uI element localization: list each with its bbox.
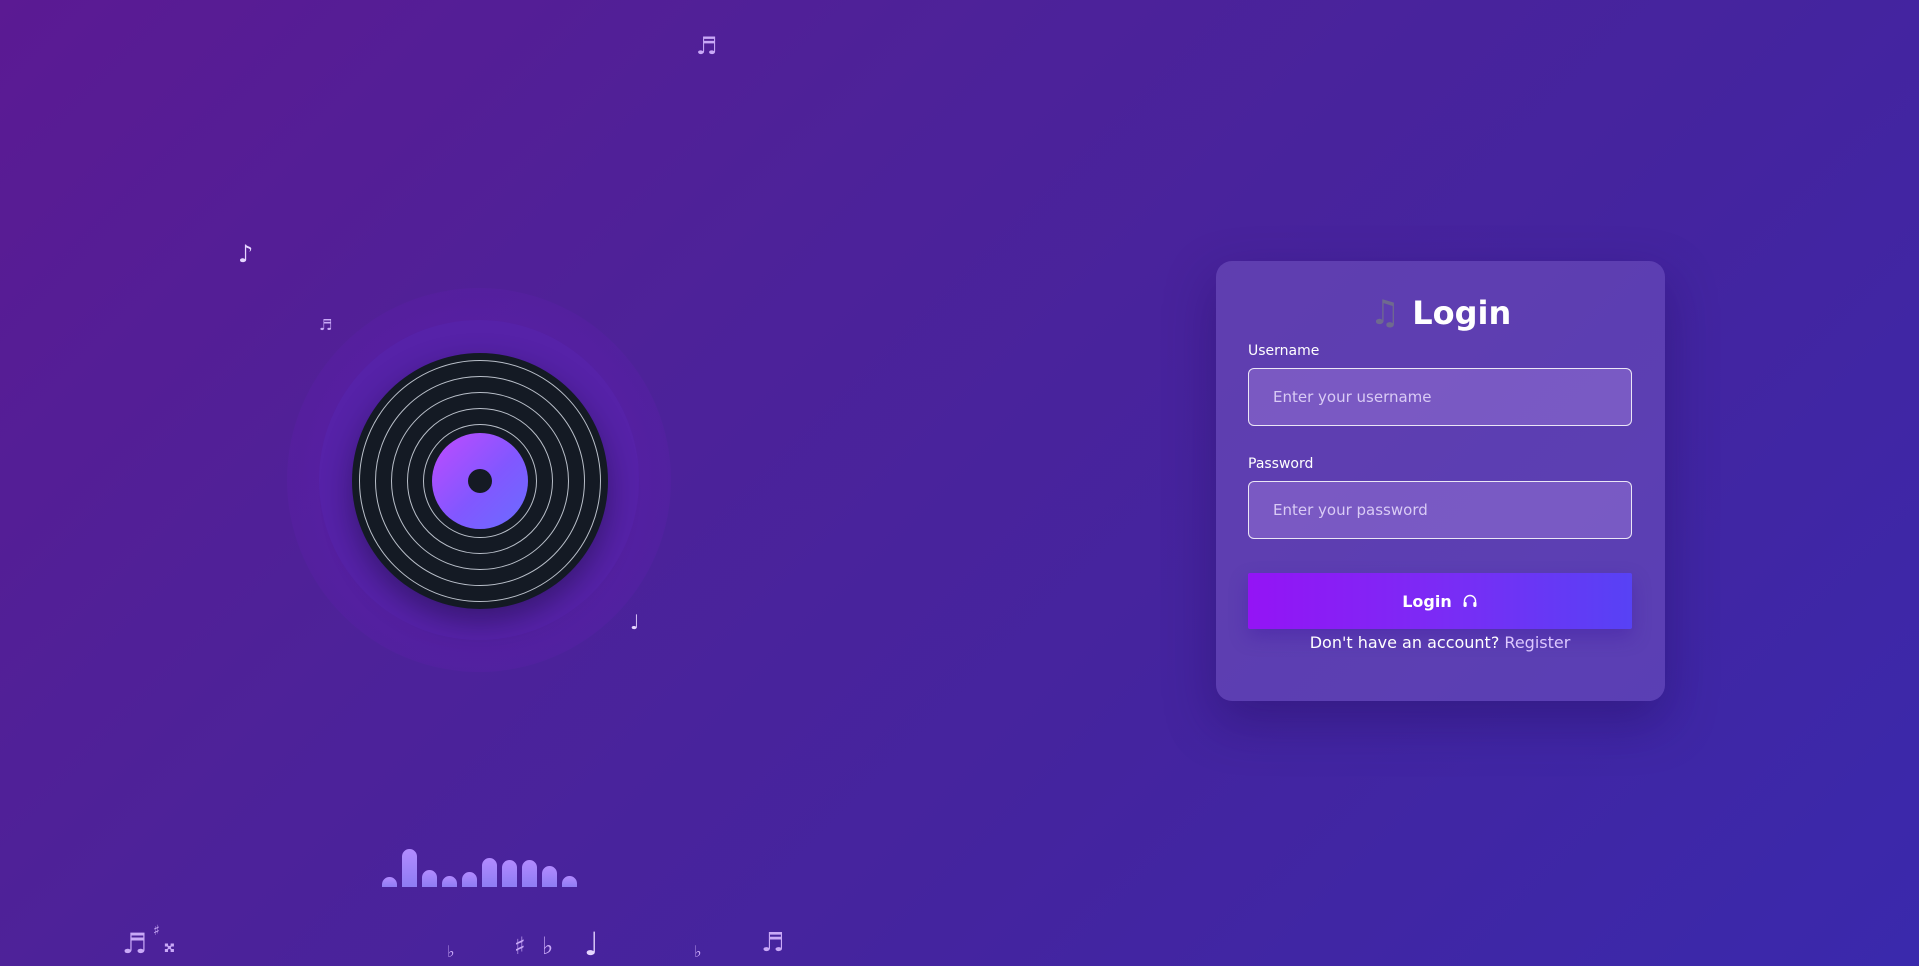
bottom-note-icon: ♬ — [761, 928, 785, 958]
password-input[interactable] — [1248, 481, 1632, 539]
vinyl-spindle-hole — [468, 469, 492, 493]
equalizer-bar — [562, 876, 577, 887]
register-prompt-text: Don't have an account? — [1309, 633, 1500, 652]
password-field-group: Password — [1248, 456, 1632, 539]
register-prompt: Don't have an account? Register — [1248, 633, 1632, 652]
bottom-note-icon: ♩ — [584, 925, 600, 963]
floating-music-note-icon: ♩ — [630, 610, 640, 634]
equalizer — [382, 845, 580, 887]
equalizer-bar — [402, 849, 417, 887]
bottom-note-icon: ♬ — [122, 927, 148, 960]
floating-music-note-icon: ♬ — [319, 316, 333, 334]
equalizer-bar — [542, 866, 557, 887]
bottom-note-icon: ♭ — [447, 942, 455, 961]
password-label: Password — [1248, 456, 1314, 472]
equalizer-bar — [442, 876, 457, 887]
floating-music-note-icon: ♬ — [696, 32, 718, 60]
equalizer-bar — [382, 877, 397, 887]
floating-music-note-icon: ♪ — [238, 240, 254, 268]
bottom-note-icon: ♭ — [694, 942, 702, 961]
equalizer-bar — [422, 870, 437, 887]
equalizer-bar — [502, 860, 517, 887]
register-link[interactable]: Register — [1504, 633, 1570, 652]
username-input[interactable] — [1248, 368, 1632, 426]
equalizer-bar — [462, 872, 477, 887]
login-title: ♫ Login — [1248, 293, 1633, 333]
equalizer-bar — [482, 858, 497, 887]
login-card: ♫ Login Username Password Login Don't ha… — [1216, 261, 1665, 701]
bottom-note-icon: ♯ — [153, 923, 160, 939]
bottom-note-icon: ♭ — [542, 932, 554, 960]
bottom-note-icon: 𝄪 — [164, 930, 175, 958]
login-button-label: Login — [1402, 591, 1452, 611]
login-title-text: Login — [1412, 294, 1512, 332]
username-field-group: Username — [1248, 343, 1632, 426]
username-label: Username — [1248, 343, 1320, 359]
bottom-note-icon: ♯ — [514, 932, 526, 960]
equalizer-bar — [522, 860, 537, 887]
login-button[interactable]: Login — [1248, 573, 1632, 629]
music-notes-icon: ♫ — [1369, 293, 1401, 333]
headphones-icon — [1463, 594, 1477, 607]
